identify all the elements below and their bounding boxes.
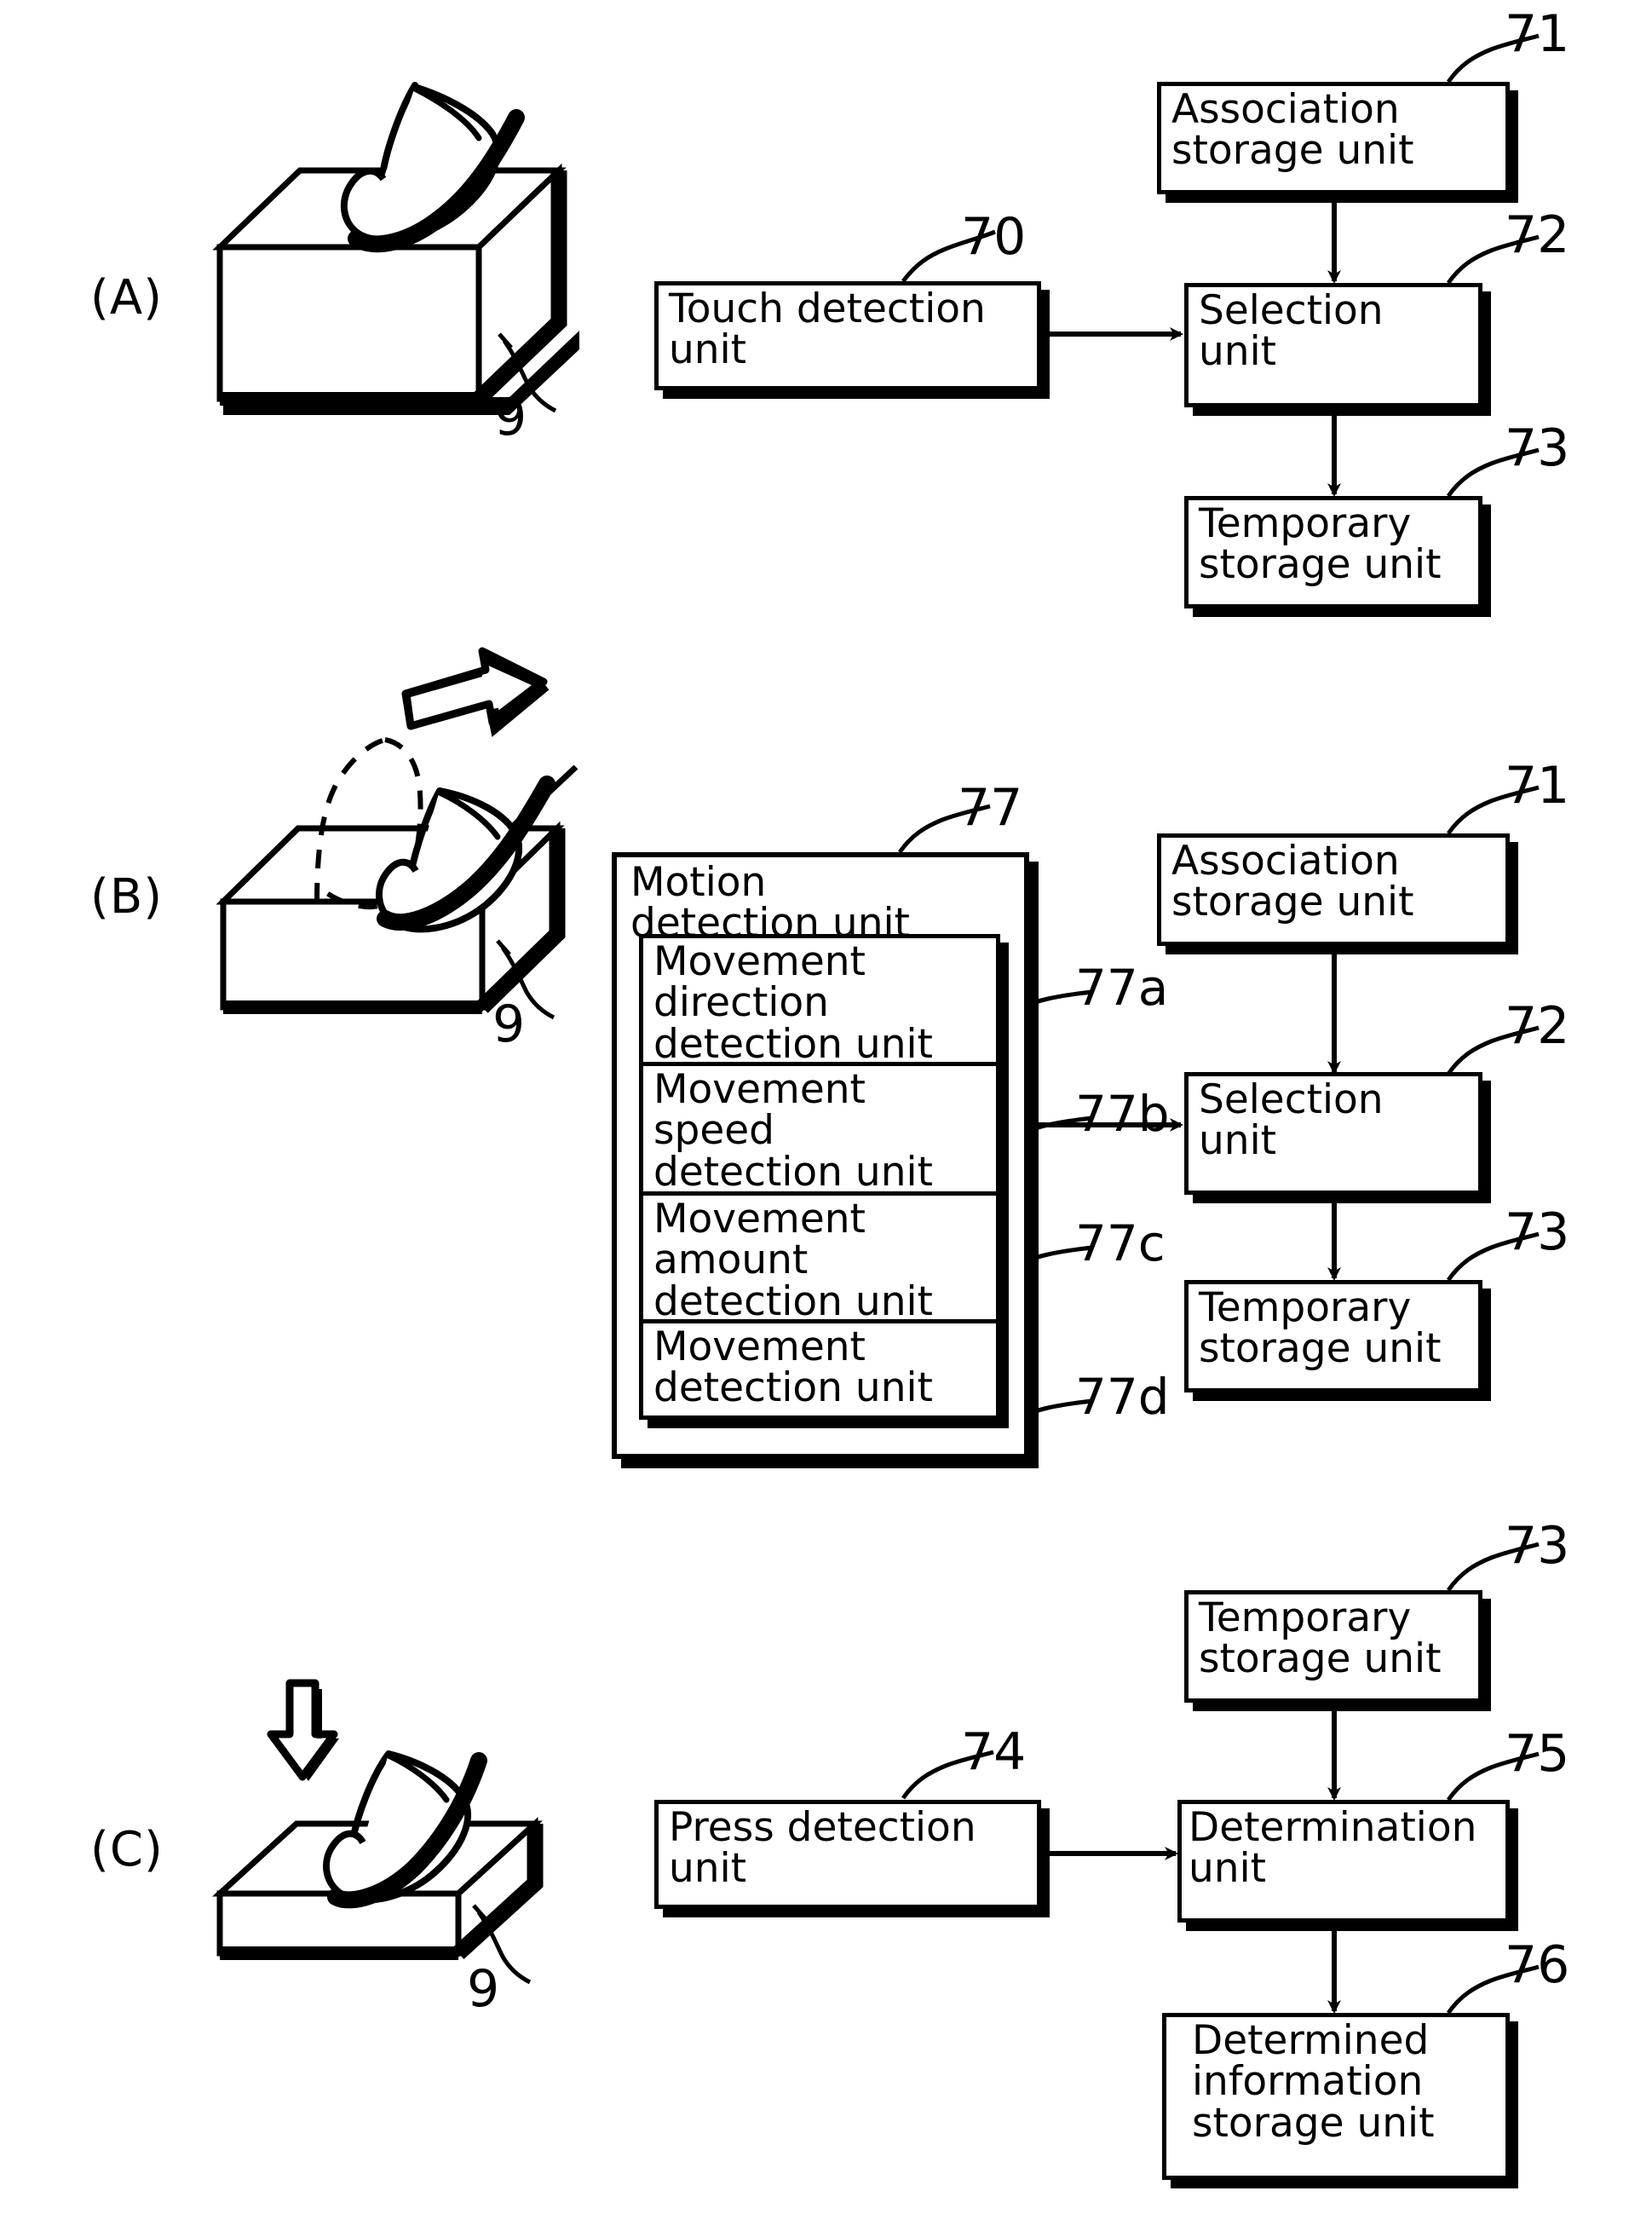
block-determination-unit[interactable]: Determination unit bbox=[1177, 1800, 1510, 1923]
ref-9-b: 9 bbox=[492, 995, 526, 1054]
block-temporary-storage-unit-b[interactable]: Temporary storage unit bbox=[1184, 1280, 1482, 1392]
ref-75: 75 bbox=[1505, 1724, 1570, 1784]
section-label-b: (B) bbox=[90, 869, 164, 925]
block-label: Movement speed detection unit bbox=[653, 1066, 933, 1196]
block-association-storage-unit-a[interactable]: Association storage unit bbox=[1157, 82, 1510, 194]
block-label: Association storage unit bbox=[1171, 838, 1414, 926]
block-label: Touch detection unit bbox=[669, 285, 986, 374]
block-label: Movement direction detection unit bbox=[653, 938, 933, 1068]
block-movement-amount-detection-unit[interactable]: Movement amount detection unit bbox=[639, 1191, 1000, 1333]
ref-73-a: 73 bbox=[1505, 418, 1570, 478]
block-label: Temporary storage unit bbox=[1199, 1594, 1442, 1683]
ref-71-b: 71 bbox=[1505, 756, 1570, 816]
block-temporary-storage-unit-c[interactable]: Temporary storage unit bbox=[1184, 1590, 1482, 1703]
block-movement-direction-detection-unit[interactable]: Movement direction detection unit bbox=[639, 934, 1000, 1075]
patent-figure-canvas: (A) (B) (C) Touch detection unit Associa… bbox=[0, 0, 1652, 2237]
block-movement-speed-detection-unit[interactable]: Movement speed detection unit bbox=[639, 1062, 1000, 1203]
ref-70: 70 bbox=[961, 207, 1027, 267]
section-label-c: (C) bbox=[90, 1822, 164, 1877]
block-label: Movement detection unit bbox=[653, 1323, 933, 1412]
block-label: Press detection unit bbox=[669, 1804, 976, 1893]
block-touch-detection-unit[interactable]: Touch detection unit bbox=[654, 281, 1041, 390]
block-label: Selection unit bbox=[1199, 1076, 1384, 1165]
ref-9-c: 9 bbox=[467, 1959, 500, 2019]
block-movement-detection-unit[interactable]: Movement detection unit bbox=[639, 1319, 1000, 1420]
touchpad-illustration-a bbox=[212, 82, 579, 415]
block-label: Selection unit bbox=[1199, 287, 1384, 376]
block-determined-information-storage-unit[interactable]: Determined information storage unit bbox=[1162, 2013, 1510, 2180]
ref-72-b: 72 bbox=[1505, 996, 1570, 1056]
ref-71-a: 71 bbox=[1505, 4, 1570, 64]
touchpad-illustration-b bbox=[216, 647, 578, 1020]
ref-9-a: 9 bbox=[494, 388, 527, 447]
ref-77a: 77a bbox=[1075, 959, 1169, 1017]
block-press-detection-unit[interactable]: Press detection unit bbox=[654, 1800, 1041, 1909]
ref-77d: 77d bbox=[1075, 1368, 1170, 1426]
ref-72-a: 72 bbox=[1505, 205, 1570, 265]
block-selection-unit-a[interactable]: Selection unit bbox=[1184, 283, 1482, 407]
block-label: Temporary storage unit bbox=[1199, 1284, 1442, 1373]
block-selection-unit-b[interactable]: Selection unit bbox=[1184, 1072, 1482, 1195]
block-label: Determined information storage unit bbox=[1192, 2017, 1435, 2147]
ref-76: 76 bbox=[1505, 1935, 1570, 1995]
block-label: Determination unit bbox=[1189, 1804, 1477, 1893]
ref-73-b: 73 bbox=[1505, 1202, 1570, 1262]
ref-73-c: 73 bbox=[1505, 1516, 1570, 1576]
touchpad-illustration-c bbox=[211, 1679, 544, 1985]
block-label: Association storage unit bbox=[1171, 86, 1414, 175]
block-label: Movement amount detection unit bbox=[653, 1196, 933, 1325]
block-label: Temporary storage unit bbox=[1199, 500, 1442, 589]
block-label: Motion detection unit bbox=[630, 859, 910, 948]
section-label-a: (A) bbox=[90, 270, 164, 326]
ref-74: 74 bbox=[961, 1722, 1027, 1782]
ref-77b: 77b bbox=[1075, 1085, 1170, 1143]
block-association-storage-unit-b[interactable]: Association storage unit bbox=[1157, 833, 1510, 946]
block-temporary-storage-unit-a[interactable]: Temporary storage unit bbox=[1184, 496, 1482, 608]
ref-77c: 77c bbox=[1075, 1214, 1166, 1272]
ref-77: 77 bbox=[958, 778, 1023, 838]
